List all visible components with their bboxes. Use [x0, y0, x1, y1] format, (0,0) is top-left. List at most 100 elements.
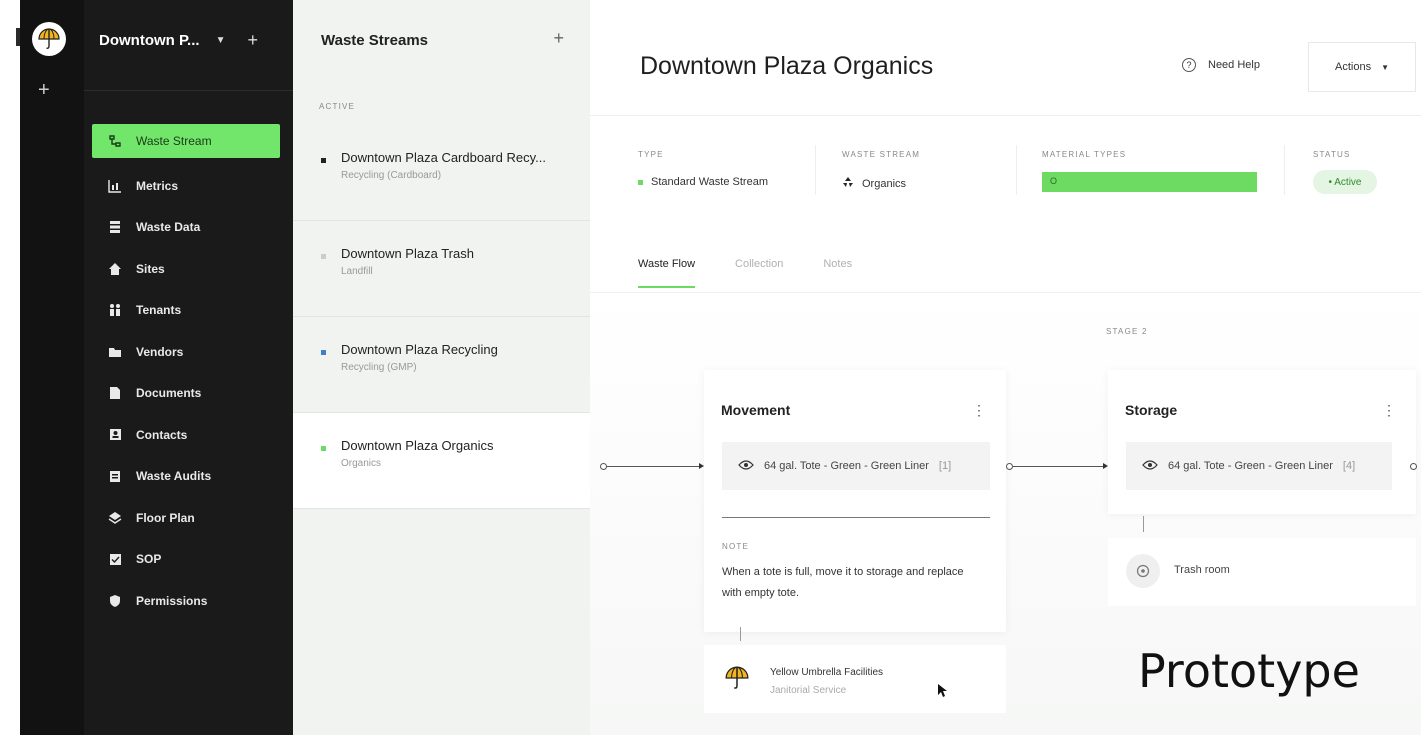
umbrella-logo-icon[interactable]	[32, 22, 66, 56]
stream-item-organics[interactable]: Downtown Plaza Organics Organics	[293, 413, 590, 509]
caret-down-icon: ▼	[1381, 62, 1389, 72]
sidebar-item-sites[interactable]: Sites	[92, 248, 280, 290]
sidebar-item-label: Contacts	[136, 427, 188, 442]
streams-header: Waste Streams	[321, 32, 428, 49]
sidebar-item-metrics[interactable]: Metrics	[92, 165, 280, 207]
movement-title: Movement	[721, 402, 791, 418]
need-help-link[interactable]: ? Need Help	[1182, 58, 1260, 72]
status-label: STATUS	[1313, 150, 1351, 159]
sidebar-item-contacts[interactable]: Contacts	[92, 414, 280, 456]
layers-icon	[106, 511, 124, 525]
location-icon	[1126, 554, 1160, 588]
stream-name: Downtown Plaza Recycling	[341, 342, 498, 357]
sidebar-item-sop[interactable]: SOP	[92, 539, 280, 581]
note-text: When a tote is full, move it to storage …	[722, 566, 964, 599]
org-switcher[interactable]: Downtown P... ▼ +	[99, 30, 258, 51]
stage-label: STAGE 2	[1106, 327, 1148, 336]
type-value-text: Standard Waste Stream	[651, 176, 768, 188]
document-icon	[106, 386, 124, 400]
stream-color-dot	[321, 254, 326, 259]
more-options-icon[interactable]: ⋮	[1382, 402, 1396, 419]
flow-node[interactable]	[600, 463, 607, 470]
tab-waste-flow[interactable]: Waste Flow	[638, 258, 696, 288]
mouse-cursor-icon	[938, 684, 948, 703]
home-icon	[106, 262, 124, 276]
flow-node[interactable]	[1006, 463, 1013, 470]
sidebar-item-documents[interactable]: Documents	[92, 373, 280, 415]
tenants-icon	[106, 303, 124, 317]
status-badge: • Active	[1313, 170, 1377, 194]
stream-color-dot	[321, 158, 326, 163]
green-square-icon	[638, 179, 643, 185]
sidebar-divider	[84, 90, 293, 91]
help-icon: ?	[1182, 58, 1196, 72]
recycle-icon	[842, 176, 854, 191]
meta-separator	[815, 145, 816, 195]
waste-data-icon	[106, 220, 124, 234]
movement-container-item[interactable]: 64 gal. Tote - Green - Green Liner [1]	[722, 442, 990, 490]
storage-container-item[interactable]: 64 gal. Tote - Green - Green Liner [4]	[1126, 442, 1392, 490]
material-value: O	[1050, 176, 1058, 186]
sop-icon	[106, 552, 124, 566]
type-label: TYPE	[638, 150, 664, 159]
sidebar-item-label: Metrics	[136, 178, 179, 193]
storage-location-card[interactable]: Trash room	[1108, 538, 1416, 606]
streams-section-label: ACTIVE	[319, 102, 356, 111]
tab-collection[interactable]: Collection	[735, 258, 783, 288]
add-org-icon[interactable]: +	[38, 80, 50, 100]
vendor-card[interactable]: Yellow Umbrella Facilities Janitorial Se…	[704, 645, 1006, 713]
card-divider	[722, 517, 990, 518]
sidebar-item-label: Floor Plan	[136, 510, 195, 525]
caret-down-icon: ▼	[215, 35, 226, 46]
prototype-watermark: Prototype	[1138, 644, 1360, 698]
material-types-bar[interactable]: O	[1042, 172, 1257, 192]
sidebar-item-waste-data[interactable]: Waste Data	[92, 207, 280, 249]
metrics-icon	[106, 179, 124, 193]
stream-value: Organics	[842, 176, 906, 191]
flow-connector	[607, 466, 699, 467]
org-name: Downtown P...	[99, 32, 200, 49]
container-count: [4]	[1342, 460, 1356, 472]
sidebar-item-label: Permissions	[136, 593, 208, 608]
sidebar-item-label: Tenants	[136, 303, 182, 318]
container-count: [1]	[938, 460, 952, 472]
stream-sub: Recycling (Cardboard)	[341, 170, 442, 181]
sidebar-item-permissions[interactable]: Permissions	[92, 580, 280, 622]
meta-separator	[1016, 145, 1017, 195]
vendor-subtitle: Janitorial Service	[770, 685, 847, 696]
contacts-icon	[106, 428, 124, 442]
stream-item-recycling[interactable]: Downtown Plaza Recycling Recycling (GMP)	[293, 317, 590, 413]
eye-icon	[1142, 459, 1158, 474]
flow-vertical-connector	[740, 627, 741, 641]
stream-item-trash[interactable]: Downtown Plaza Trash Landfill	[293, 221, 590, 317]
waste-streams-panel: Waste Streams + ACTIVE Downtown Plaza Ca…	[293, 0, 590, 735]
stream-sub: Recycling (GMP)	[341, 362, 417, 373]
stream-label: WASTE STREAM	[842, 150, 921, 159]
clipboard-icon	[106, 469, 124, 483]
sidebar-item-label: Waste Stream	[136, 134, 212, 148]
stream-color-dot	[321, 350, 326, 355]
sidebar-item-waste-audits[interactable]: Waste Audits	[92, 456, 280, 498]
sidebar-item-floor-plan[interactable]: Floor Plan	[92, 497, 280, 539]
sidebar-item-label: Documents	[136, 386, 202, 401]
waste-stream-icon	[106, 134, 124, 148]
flow-vertical-connector	[1143, 516, 1144, 532]
sidebar-item-waste-stream[interactable]: Waste Stream	[92, 124, 280, 158]
header-divider	[590, 115, 1421, 116]
tab-notes[interactable]: Notes	[823, 258, 852, 288]
stream-item-cardboard[interactable]: Downtown Plaza Cardboard Recy... Recycli…	[293, 125, 590, 221]
page-title: Downtown Plaza Organics	[640, 52, 934, 80]
add-icon[interactable]: +	[247, 30, 258, 51]
add-stream-icon[interactable]: +	[553, 28, 564, 49]
sidebar-item-vendors[interactable]: Vendors	[92, 331, 280, 373]
stream-name: Downtown Plaza Cardboard Recy...	[341, 150, 546, 165]
sidebar: Downtown P... ▼ + Waste Stream Metrics W…	[84, 0, 293, 735]
sidebar-item-label: Vendors	[136, 344, 184, 359]
sidebar-item-tenants[interactable]: Tenants	[92, 290, 280, 332]
more-options-icon[interactable]: ⋮	[972, 402, 986, 419]
sidebar-item-label: Sites	[136, 261, 165, 276]
stream-sub: Organics	[341, 458, 382, 469]
actions-button[interactable]: Actions ▼	[1308, 42, 1416, 92]
app-rail: +	[20, 0, 84, 735]
flow-node[interactable]	[1410, 463, 1417, 470]
